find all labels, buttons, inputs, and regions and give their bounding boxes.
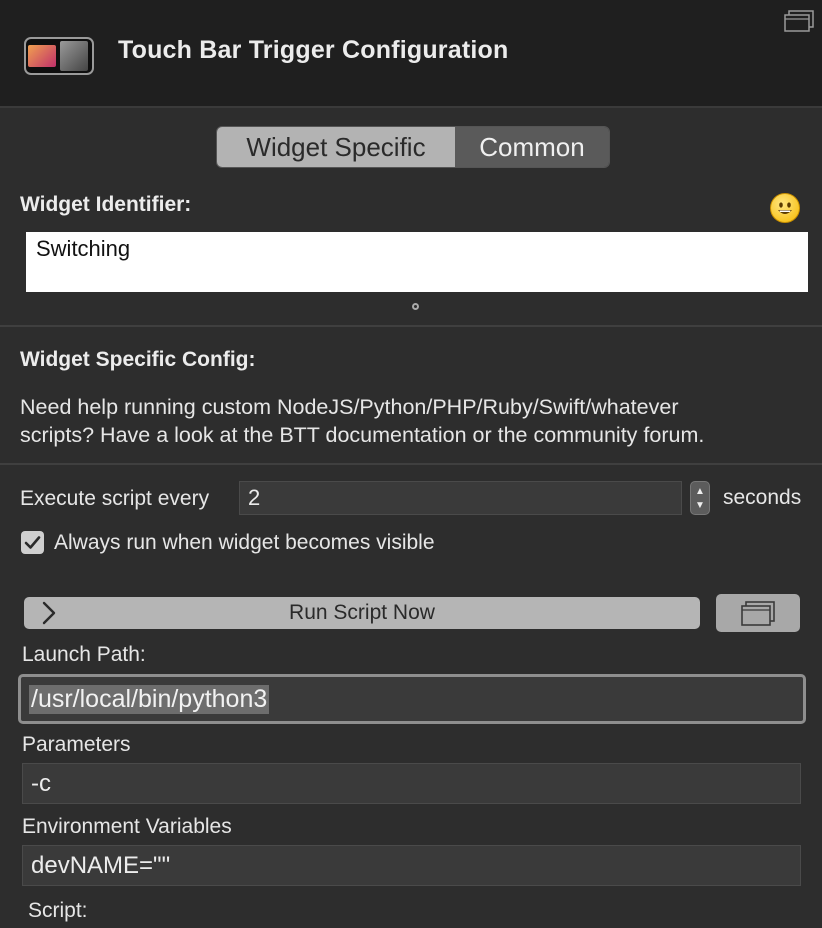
widget-identifier-label: Widget Identifier:: [20, 193, 192, 216]
environment-variables-label: Environment Variables: [22, 815, 232, 838]
run-script-now-button[interactable]: Run Script Now: [24, 597, 700, 629]
help-text-line-1: Need help running custom NodeJS/Python/P…: [20, 395, 679, 419]
checkmark-icon: [24, 536, 41, 549]
tab-widget-specific[interactable]: Widget Specific: [217, 127, 455, 167]
window-title: Touch Bar Trigger Configuration: [118, 36, 509, 64]
launch-path-input[interactable]: /usr/local/bin/python3: [18, 674, 806, 724]
help-text-line-2: scripts? Have a look at the BTT document…: [20, 423, 705, 447]
window-header: Touch Bar Trigger Configuration: [0, 0, 822, 108]
chevron-right-icon: [42, 601, 56, 625]
help-text: Need help running custom NodeJS/Python/P…: [20, 393, 810, 449]
divider: [0, 325, 822, 327]
parameters-input[interactable]: -c: [22, 763, 801, 804]
detach-window-icon[interactable]: [784, 10, 814, 32]
config-tabs: Widget Specific Common: [216, 126, 610, 168]
divider: [0, 463, 822, 465]
touch-bar-widget-icon: [24, 37, 94, 75]
environment-variables-input[interactable]: devNAME="": [22, 845, 801, 886]
widget-identifier-field[interactable]: Switching: [26, 232, 808, 292]
open-script-window-button[interactable]: [716, 594, 800, 632]
parameters-label: Parameters: [22, 733, 131, 756]
widget-config-heading: Widget Specific Config:: [20, 348, 256, 371]
resize-handle[interactable]: [412, 303, 419, 310]
interval-input[interactable]: 2: [239, 481, 682, 515]
interval-stepper[interactable]: ▲ ▼: [690, 481, 710, 515]
script-label: Script:: [28, 899, 88, 922]
run-script-now-label: Run Script Now: [289, 601, 435, 624]
launch-path-label: Launch Path:: [22, 643, 146, 666]
always-run-label: Always run when widget becomes visible: [54, 531, 435, 554]
always-run-checkbox[interactable]: [21, 531, 44, 554]
emoji-picker-icon[interactable]: [770, 193, 800, 223]
window-icon: [741, 601, 775, 626]
execute-interval-label: Execute script every: [20, 487, 210, 510]
tab-common[interactable]: Common: [455, 127, 609, 167]
launch-path-value: /usr/local/bin/python3: [29, 684, 270, 714]
seconds-label: seconds: [723, 486, 802, 509]
